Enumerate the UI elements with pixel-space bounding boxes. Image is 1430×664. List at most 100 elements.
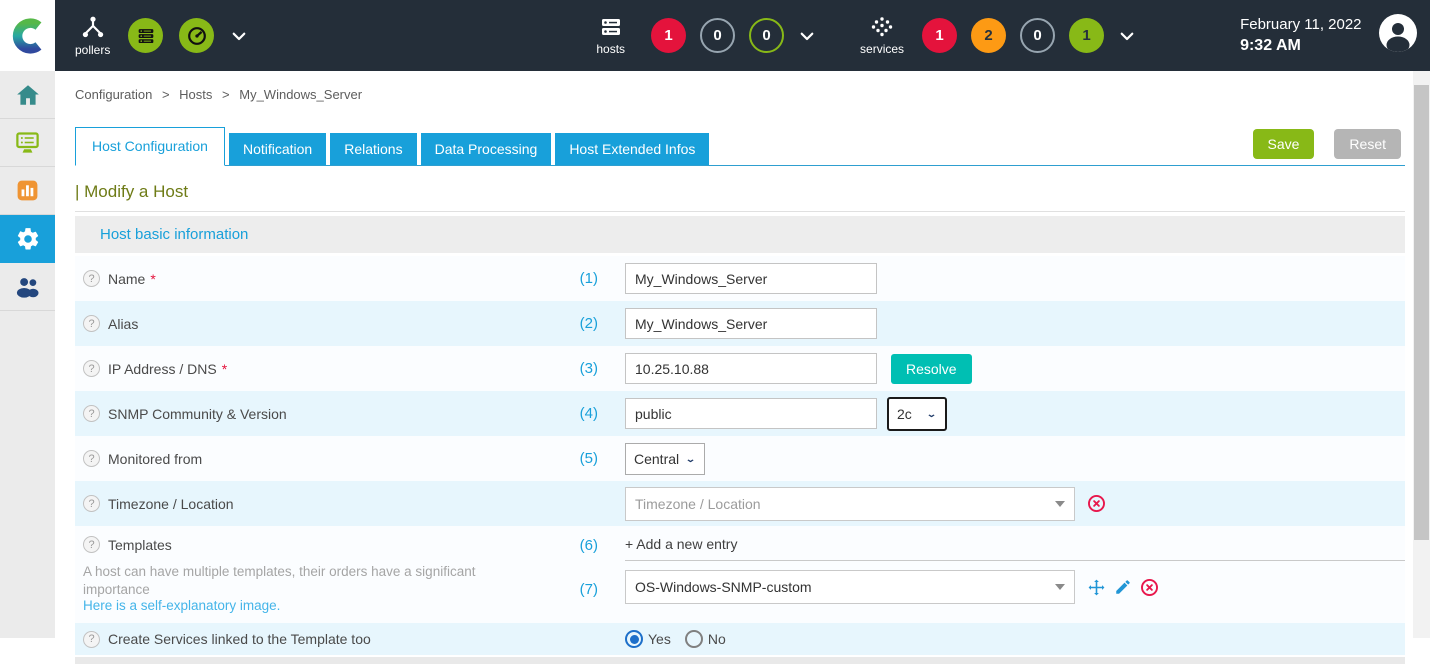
timezone-combobox[interactable]: [625, 487, 1075, 521]
tab-relations[interactable]: Relations: [330, 133, 416, 165]
required-asterisk: *: [222, 361, 227, 377]
sidebar-item-monitoring[interactable]: [0, 119, 55, 167]
services-critical-counter[interactable]: 1: [922, 18, 957, 53]
save-button[interactable]: Save: [1253, 129, 1315, 159]
add-template-entry-button[interactable]: + Add a new entry: [625, 532, 1405, 561]
required-asterisk: *: [150, 271, 155, 287]
breadcrumb-hosts[interactable]: Hosts: [179, 87, 212, 102]
chevron-down-icon: [1118, 27, 1136, 45]
help-icon[interactable]: ?: [83, 270, 100, 287]
services-warning-counter[interactable]: 2: [971, 18, 1006, 53]
services-icon: [870, 15, 894, 39]
pencil-icon: [1114, 578, 1132, 596]
section-header-host-basic-information: Host basic information: [75, 216, 1405, 253]
move-arrows-icon: [1087, 578, 1106, 597]
help-icon[interactable]: ?: [83, 450, 100, 467]
form-row-create-services: ? Create Services linked to the Template…: [75, 623, 1405, 655]
radio-yes[interactable]: [625, 630, 643, 648]
poller-latency-button[interactable]: [179, 18, 214, 53]
services-menu[interactable]: services: [860, 15, 904, 56]
scrollbar-thumb[interactable]: [1414, 85, 1429, 540]
tab-data-processing[interactable]: Data Processing: [421, 133, 552, 165]
next-section-edge: [75, 657, 1405, 664]
help-icon[interactable]: ?: [83, 315, 100, 332]
monitored-from-label: Monitored from: [108, 451, 202, 467]
breadcrumb-configuration[interactable]: Configuration: [75, 87, 152, 102]
template-delete-button[interactable]: [1140, 578, 1159, 597]
top-bar: pollers: [0, 0, 1430, 71]
form-row-templates: ? Templates A host can have multiple tem…: [75, 526, 1405, 623]
dropdown-caret-icon: [1055, 501, 1065, 507]
snmp-community-input[interactable]: [625, 398, 877, 429]
snmp-version-select[interactable]: 2c ⌄: [887, 397, 947, 431]
radio-no[interactable]: [685, 630, 703, 648]
tab-host-configuration[interactable]: Host Configuration: [75, 127, 225, 166]
form-row-alias: ? Alias (2): [75, 301, 1405, 346]
breadcrumb: Configuration > Hosts > My_Windows_Serve…: [75, 87, 1405, 102]
pollers-expand-button[interactable]: [230, 27, 248, 45]
select-caret-icon: ⌄: [926, 408, 937, 419]
help-icon[interactable]: ?: [83, 360, 100, 377]
hosts-up-counter[interactable]: 0: [749, 18, 784, 53]
templates-help-link[interactable]: Here is a self-explanatory image.: [83, 598, 543, 613]
template-value: OS-Windows-SNMP-custom: [635, 579, 1055, 595]
vertical-scrollbar[interactable]: [1413, 71, 1430, 638]
help-icon[interactable]: ?: [83, 405, 100, 422]
form-row-timezone: ? Timezone / Location: [75, 481, 1405, 526]
form-row-monitored-from: ? Monitored from (5) Central ⌄: [75, 436, 1405, 481]
sidebar-item-configuration[interactable]: [0, 215, 55, 263]
breadcrumb-separator: >: [162, 87, 170, 102]
hosts-icon: [598, 15, 624, 39]
template-combobox[interactable]: OS-Windows-SNMP-custom: [625, 570, 1075, 604]
template-edit-button[interactable]: [1114, 578, 1132, 596]
snmp-label: SNMP Community & Version: [108, 406, 287, 422]
ip-address-input[interactable]: [625, 353, 877, 384]
resolve-button[interactable]: Resolve: [891, 354, 972, 384]
templates-label: Templates: [108, 537, 172, 553]
user-avatar-icon: [1378, 13, 1418, 53]
create-services-label: Create Services linked to the Template t…: [108, 631, 371, 647]
help-icon[interactable]: ?: [83, 495, 100, 512]
form-row-ip-address: ? IP Address / DNS * (3) Resolve: [75, 346, 1405, 391]
sidebar: [0, 71, 55, 638]
help-icon[interactable]: ?: [83, 536, 100, 553]
users-icon: [14, 273, 41, 300]
current-date: February 11, 2022: [1240, 15, 1361, 35]
breadcrumb-current: My_Windows_Server: [239, 87, 362, 102]
centreon-logo[interactable]: [0, 0, 55, 71]
timezone-input[interactable]: [635, 496, 1055, 512]
user-menu-button[interactable]: [1378, 13, 1418, 58]
sidebar-item-home[interactable]: [0, 71, 55, 119]
tab-notification[interactable]: Notification: [229, 133, 326, 165]
name-input[interactable]: [625, 263, 877, 294]
help-icon[interactable]: ?: [83, 631, 100, 648]
gear-icon: [15, 226, 41, 252]
services-expand-button[interactable]: [1118, 27, 1136, 45]
hosts-down-counter[interactable]: 1: [651, 18, 686, 53]
clear-circle-icon: [1087, 494, 1106, 513]
breadcrumb-separator: >: [222, 87, 230, 102]
field-number: (1): [543, 270, 598, 287]
services-unknown-counter[interactable]: 0: [1020, 18, 1055, 53]
monitored-from-select[interactable]: Central ⌄: [625, 443, 705, 475]
hosts-unreachable-counter[interactable]: 0: [700, 18, 735, 53]
field-number: (2): [543, 315, 598, 332]
tab-host-extended-infos[interactable]: Host Extended Infos: [555, 133, 709, 165]
chevron-down-icon: [230, 27, 248, 45]
poller-list-button[interactable]: [128, 18, 163, 53]
template-move-button[interactable]: [1087, 578, 1106, 597]
sidebar-item-administration[interactable]: [0, 263, 55, 311]
monitor-icon: [14, 129, 41, 156]
hosts-menu[interactable]: hosts: [596, 15, 625, 56]
timezone-clear-button[interactable]: [1087, 494, 1106, 513]
alias-input[interactable]: [625, 308, 877, 339]
name-label: Name: [108, 271, 145, 287]
alias-label: Alias: [108, 316, 138, 332]
templates-help-text: A host can have multiple templates, thei…: [83, 563, 543, 598]
poller-list-icon: [135, 25, 157, 47]
hosts-expand-button[interactable]: [798, 27, 816, 45]
sidebar-item-reporting[interactable]: [0, 167, 55, 215]
pollers-menu[interactable]: pollers: [75, 14, 110, 57]
services-ok-counter[interactable]: 1: [1069, 18, 1104, 53]
reset-button[interactable]: Reset: [1334, 129, 1401, 159]
